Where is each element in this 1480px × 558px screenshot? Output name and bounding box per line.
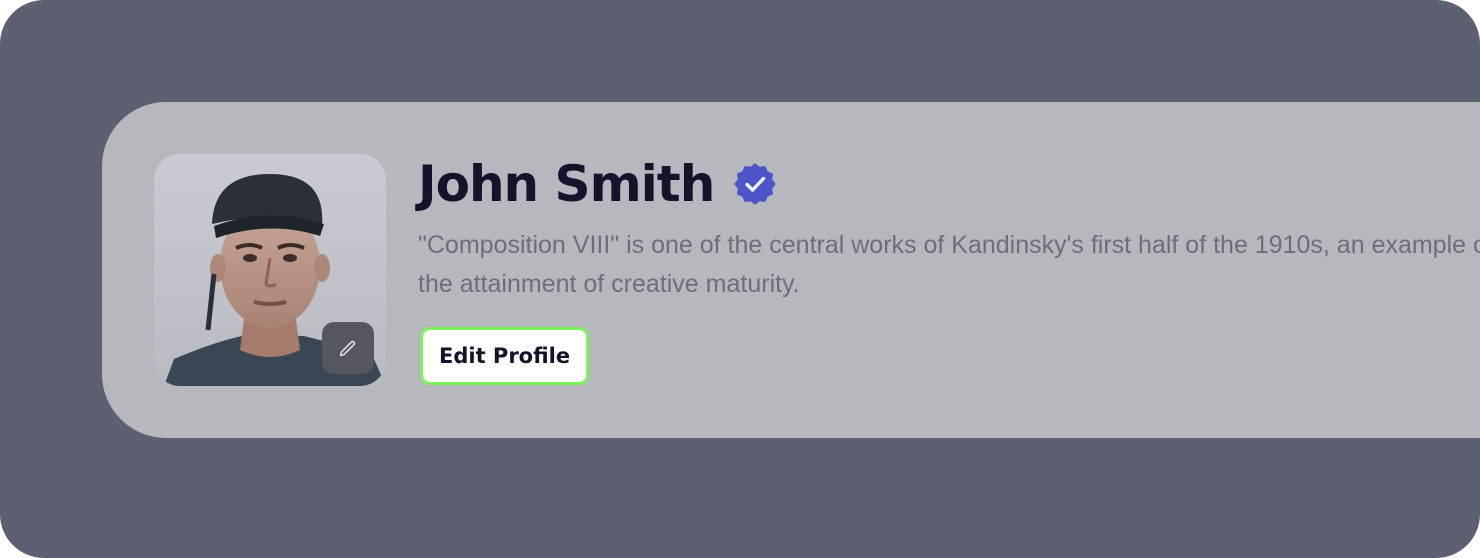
edit-profile-button[interactable]: Edit Profile [420,327,590,385]
profile-card: John Smith "Composition VIII" is one of … [102,102,1480,438]
profile-name: John Smith [418,155,715,213]
pencil-icon [339,340,356,357]
avatar-edit-button[interactable] [322,322,374,374]
app-background: John Smith "Composition VIII" is one of … [0,0,1480,558]
profile-bio: "Composition VIII" is one of the central… [418,231,1480,298]
name-row: John Smith [418,154,777,214]
avatar[interactable] [154,154,386,386]
verified-badge-icon [734,163,777,205]
